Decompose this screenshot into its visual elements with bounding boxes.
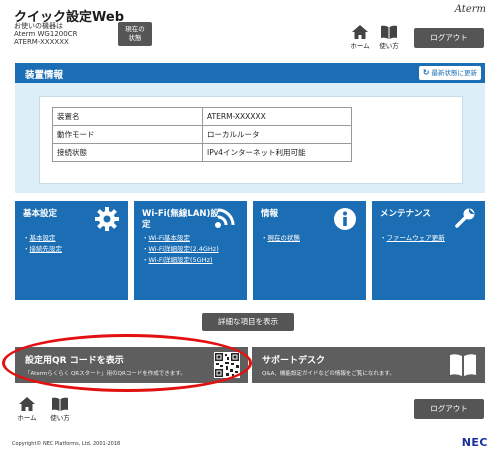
tile-title: 基本設定 <box>23 209 58 219</box>
home-icon <box>352 25 368 39</box>
home-icon <box>19 397 35 411</box>
home-label: ホーム <box>350 42 370 50</box>
tile-links: 現在の状態 <box>261 233 301 244</box>
help-label: 使い方 <box>379 42 399 50</box>
tile-basic-settings: 基本設定 基本設定 接続先設定 <box>15 201 128 300</box>
aterm-logo: Aterm <box>454 4 486 15</box>
qr-code-icon <box>214 352 240 378</box>
table-row: 接続状態 IPv4インターネット利用可能 <box>52 143 352 162</box>
info-icon <box>334 208 356 230</box>
model-name: Aterm WG1200CR <box>14 30 78 38</box>
tile-title: メンテナンス <box>380 209 431 219</box>
tile-wifi-settings: Wi-Fi(無線LAN)設定 Wi-Fi基本設定 Wi-Fi詳細設定(2.4GH… <box>134 201 247 300</box>
support-desk-button[interactable]: サポートデスク Q&A、機能設定ガイドなどの情報をご覧になれます。 <box>252 347 485 383</box>
device-info-header: 装置情報 ↻ 最新状態に更新 <box>15 63 485 83</box>
logout-button[interactable]: ログアウト <box>414 28 484 48</box>
refresh-icon: ↻ <box>422 68 430 77</box>
link-wifi-5ghz[interactable]: Wi-Fi詳細設定(5GHz) <box>142 255 219 266</box>
book-icon <box>381 25 397 39</box>
header: クイック設定Web お使いの機器は Aterm WG1200CR ATERM-X… <box>0 0 500 55</box>
support-button-title: サポートデスク <box>262 356 326 366</box>
tile-links: 基本設定 接続先設定 <box>23 233 63 255</box>
tile-title: Wi-Fi(無線LAN)設定 <box>142 209 219 230</box>
wifi-icon <box>215 208 235 228</box>
table-row: 装置名 ATERM-XXXXXX <box>52 107 352 126</box>
device-info-panel: 装置情報 ↻ 最新状態に更新 装置名 ATERM-XXXXXX 動作モード ロー… <box>15 63 485 193</box>
tile-links: ファームウェア更新 <box>380 233 445 244</box>
qr-button-title: 設定用QR コードを表示 <box>25 356 124 366</box>
nec-logo: NEC <box>461 436 488 449</box>
table-row: 動作モード ローカルルータ <box>52 125 352 144</box>
device-info-table: 装置名 ATERM-XXXXXX 動作モード ローカルルータ 接続状態 IPv4… <box>52 107 352 162</box>
status-button-line-1: 現在の <box>125 25 145 33</box>
qr-code-button[interactable]: 設定用QR コードを表示 「Atermらくらく QRスタート」用のQRコードを作… <box>15 347 248 383</box>
help-label: 使い方 <box>50 414 70 422</box>
row-key: 動作モード <box>52 125 203 144</box>
model-caption: お使いの機器は <box>14 22 63 30</box>
row-value: ATERM-XXXXXX <box>202 107 352 126</box>
device-info-box: 装置名 ATERM-XXXXXX 動作モード ローカルルータ 接続状態 IPv4… <box>39 96 463 184</box>
home-nav[interactable]: ホーム <box>347 25 373 50</box>
link-firmware-update[interactable]: ファームウェア更新 <box>380 233 445 244</box>
tile-title: 情報 <box>261 209 279 219</box>
device-name: ATERM-XXXXXX <box>14 38 69 46</box>
tile-information: 情報 現在の状態 <box>253 201 366 300</box>
row-key: 接続状態 <box>52 143 203 162</box>
link-wifi-basic[interactable]: Wi-Fi基本設定 <box>142 233 219 244</box>
footer-home-nav[interactable]: ホーム <box>14 397 40 422</box>
qr-button-subtitle: 「Atermらくらく QRスタート」用のQRコードを作成できます。 <box>25 371 186 377</box>
wrench-icon <box>455 208 475 228</box>
help-nav[interactable]: 使い方 <box>376 25 402 50</box>
gear-icon <box>95 207 119 231</box>
copyright: Copyright© NEC Platforms, Ltd. 2001-2018 <box>12 441 121 447</box>
footer-logout-button[interactable]: ログアウト <box>414 399 484 419</box>
row-value: ローカルルータ <box>202 125 352 144</box>
tile-maintenance: メンテナンス ファームウェア更新 <box>372 201 485 300</box>
row-key: 装置名 <box>52 107 203 126</box>
status-button-line-2: 状態 <box>128 34 142 42</box>
home-label: ホーム <box>17 414 37 422</box>
tile-links: Wi-Fi基本設定 Wi-Fi詳細設定(2.4GHz) Wi-Fi詳細設定(5G… <box>142 233 219 266</box>
link-connection-settings[interactable]: 接続先設定 <box>23 244 63 255</box>
footer-help-nav[interactable]: 使い方 <box>47 397 73 422</box>
current-status-button[interactable]: 現在の 状態 <box>118 22 152 46</box>
link-current-status[interactable]: 現在の状態 <box>261 233 301 244</box>
link-wifi-24ghz[interactable]: Wi-Fi詳細設定(2.4GHz) <box>142 244 219 255</box>
row-value: IPv4インターネット利用可能 <box>202 143 352 162</box>
book-icon <box>52 397 68 411</box>
book-icon <box>450 354 476 376</box>
support-button-subtitle: Q&A、機能設定ガイドなどの情報をご覧になれます。 <box>262 371 395 377</box>
device-info-title: 装置情報 <box>25 70 64 81</box>
link-basic-settings[interactable]: 基本設定 <box>23 233 62 244</box>
refresh-label: 最新状態に更新 <box>431 69 478 77</box>
show-details-button[interactable]: 詳細な項目を表示 <box>202 313 294 331</box>
refresh-button[interactable]: ↻ 最新状態に更新 <box>418 66 481 80</box>
